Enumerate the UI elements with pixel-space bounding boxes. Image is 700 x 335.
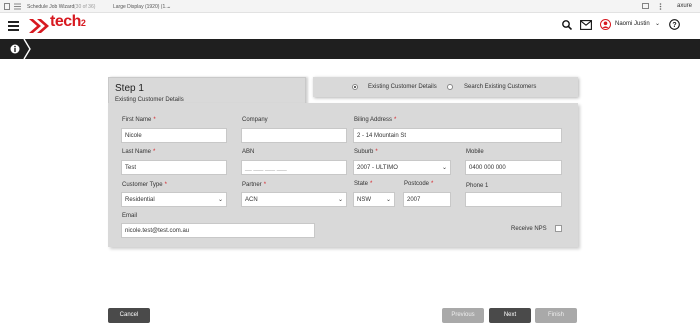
chevron-right-icon: [23, 39, 31, 59]
billing-address-field[interactable]: 2 - 14 Mountain St: [353, 128, 562, 143]
mobile-field[interactable]: 0400 000 000: [465, 160, 562, 175]
axure-logo: axure: [677, 3, 693, 9]
email-field[interactable]: nicole.test@test.com.au: [121, 223, 315, 238]
chevron-down-icon: ⌄: [441, 165, 447, 171]
chevron-down-icon[interactable]: ⌄: [655, 20, 660, 27]
mail-icon[interactable]: [580, 20, 592, 30]
page-name[interactable]: Schedule Job Wizard: [27, 4, 74, 10]
phone1-field[interactable]: [465, 192, 562, 207]
help-icon[interactable]: ?: [669, 19, 680, 30]
previous-button[interactable]: Previous: [442, 308, 484, 323]
user-avatar-icon[interactable]: [600, 19, 611, 30]
receive-nps-label: Receive NPS: [511, 226, 547, 232]
first-name-label: First Name *: [122, 117, 156, 123]
more-icon[interactable]: [659, 3, 662, 10]
radio-existing-customer[interactable]: [352, 84, 358, 90]
postcode-field[interactable]: 2007: [403, 192, 451, 207]
svg-text:?: ?: [672, 22, 676, 29]
billing-address-label: Biling Address *: [354, 117, 397, 123]
display-select[interactable]: Large Display (1920) (1...: [113, 4, 169, 10]
customer-type-select[interactable]: Residential ⌄: [121, 192, 227, 207]
company-label: Company: [242, 117, 268, 123]
page-icon: [4, 3, 10, 10]
finish-button[interactable]: Finish: [535, 308, 577, 323]
state-select[interactable]: NSW ⌄: [353, 192, 395, 207]
list-icon[interactable]: [14, 3, 21, 10]
cancel-button[interactable]: Cancel: [108, 308, 150, 323]
receive-nps-checkbox[interactable]: [555, 225, 562, 232]
breadcrumb-bar: [0, 39, 700, 59]
step-title: Step 1: [115, 83, 144, 94]
menu-icon[interactable]: [8, 21, 19, 31]
state-label: State *: [354, 181, 373, 187]
partner-label: Partner *: [242, 182, 267, 188]
radio-search-label[interactable]: Search Existing Customers: [464, 84, 536, 90]
customer-type-label: Customer Type *: [122, 182, 167, 188]
chevron-down-icon: ⌄: [217, 197, 223, 203]
company-field[interactable]: [241, 128, 347, 143]
abn-label: ABN: [242, 149, 255, 155]
email-label: Email: [122, 213, 138, 219]
radio-existing-label[interactable]: Existing Customer Details: [368, 84, 437, 90]
chevron-down-icon: ⌄: [385, 197, 391, 203]
phone1-label: Phone 1: [466, 183, 489, 189]
info-icon[interactable]: [10, 44, 20, 54]
user-name[interactable]: Naomi Justin: [615, 21, 650, 27]
app-header: tech2 Naomi Justin ⌄ ?: [0, 13, 700, 39]
chevron-down-icon[interactable]: ⌄: [167, 4, 171, 10]
mobile-label: Mobile: [466, 149, 484, 155]
axure-toolbar: Schedule Job Wizard (30 of 36) Large Dis…: [0, 0, 700, 13]
customer-form: First Name * Nicole Company Biling Addres…: [108, 103, 578, 247]
search-icon[interactable]: [562, 20, 572, 30]
abn-field[interactable]: __ ___ ___ ___: [241, 160, 347, 175]
page-count: (30 of 36): [74, 4, 96, 10]
postcode-label: Postcode *: [404, 181, 434, 187]
last-name-field[interactable]: Test: [121, 160, 227, 175]
customer-mode-selector: Existing Customer Details Search Existin…: [313, 77, 578, 97]
logo-chevrons-icon: [29, 19, 49, 33]
partner-select[interactable]: ACN ⌄: [241, 192, 347, 207]
last-name-label: Last Name *: [122, 149, 156, 155]
brand-logo: tech2: [50, 13, 86, 30]
chevron-down-icon: ⌄: [337, 197, 343, 203]
comment-icon[interactable]: [642, 3, 649, 10]
first-name-field[interactable]: Nicole: [121, 128, 227, 143]
suburb-label: Suburb *: [354, 149, 378, 155]
suburb-select[interactable]: 2007 - ULTIMO ⌄: [353, 160, 451, 175]
radio-search-customers[interactable]: [447, 84, 453, 90]
next-button[interactable]: Next: [489, 308, 531, 323]
